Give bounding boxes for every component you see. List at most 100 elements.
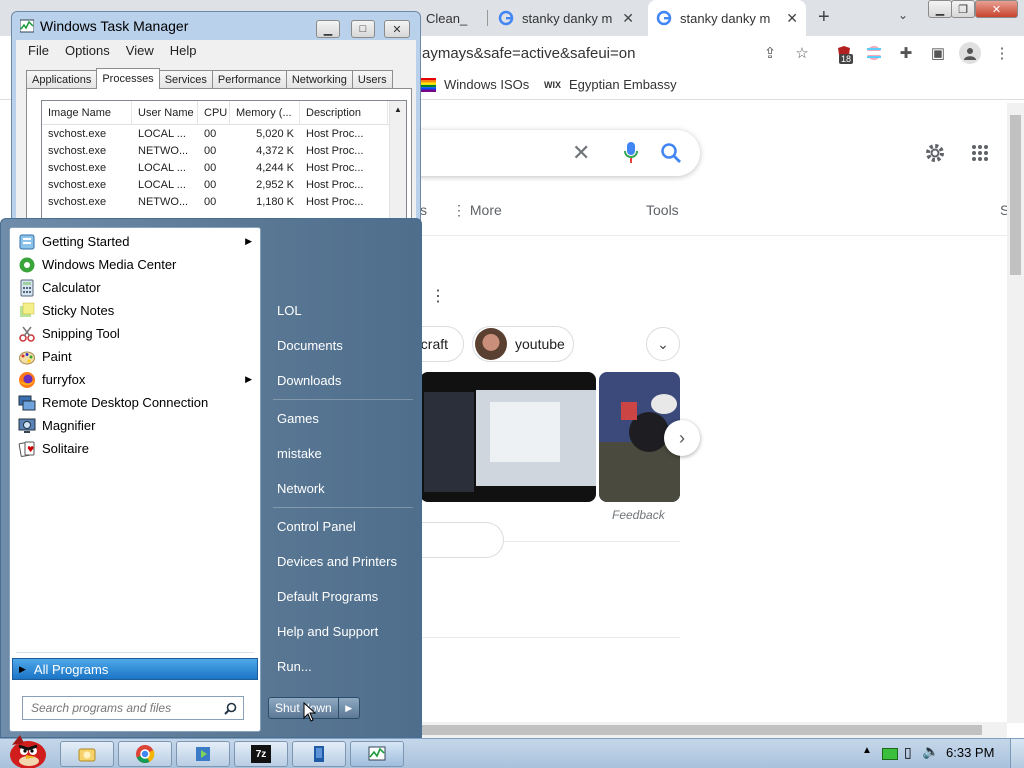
clock[interactable]: 6:33 PM bbox=[946, 745, 994, 760]
col-user-name[interactable]: User Name bbox=[132, 101, 198, 124]
tab-services[interactable]: Services bbox=[158, 70, 213, 88]
tab-stanky-2[interactable]: stanky danky m ✕ bbox=[648, 0, 806, 36]
col-description[interactable]: Description bbox=[300, 101, 388, 124]
scrollbar-thumb[interactable] bbox=[1010, 115, 1021, 275]
place-control-panel[interactable]: Control Panel bbox=[269, 511, 415, 541]
tab-performance[interactable]: Performance bbox=[211, 70, 287, 88]
place-lol[interactable]: LOL bbox=[269, 295, 415, 325]
place-mistake[interactable]: mistake bbox=[269, 438, 415, 468]
program-sticky-notes[interactable]: Sticky Notes bbox=[12, 299, 258, 322]
chips-expand-chevron-icon[interactable]: ⌄ bbox=[646, 327, 680, 361]
taskbar-media-button[interactable] bbox=[176, 741, 230, 767]
bookmark-windows-isos[interactable]: Windows ISOs bbox=[420, 77, 529, 92]
place-help-and-support[interactable]: Help and Support bbox=[269, 616, 415, 646]
start-search-input[interactable]: Search programs and files bbox=[22, 696, 244, 720]
program-paint[interactable]: Paint bbox=[12, 345, 258, 368]
search-icon[interactable] bbox=[660, 142, 682, 164]
table-row[interactable]: svchost.exe LOCAL ... 00 5,020 K Host Pr… bbox=[42, 125, 406, 142]
place-devices-and-printers[interactable]: Devices and Printers bbox=[269, 546, 415, 576]
tab-close-icon[interactable]: ✕ bbox=[622, 10, 634, 27]
clear-search-icon[interactable]: ✕ bbox=[572, 140, 590, 166]
task-manager-titlebar[interactable]: Windows Task Manager ▁ □ ✕ bbox=[12, 12, 420, 40]
taskbar-notepad-button[interactable] bbox=[292, 741, 346, 767]
feedback-link[interactable]: Feedback bbox=[612, 508, 665, 522]
program-snipping-tool[interactable]: Snipping Tool bbox=[12, 322, 258, 345]
place-documents[interactable]: Documents bbox=[269, 330, 415, 360]
minimize-button[interactable]: ▁ bbox=[928, 0, 952, 18]
extension-shield-icon[interactable]: 18 bbox=[835, 44, 854, 64]
page-vertical-scrollbar[interactable] bbox=[1007, 103, 1024, 723]
battery-icon[interactable] bbox=[882, 748, 898, 760]
table-row[interactable]: svchost.exe NETWO... 00 4,372 K Host Pro… bbox=[42, 142, 406, 159]
carousel-next-icon[interactable]: › bbox=[664, 420, 700, 456]
voice-search-icon[interactable] bbox=[624, 142, 638, 164]
nav-partial-tab[interactable]: s bbox=[420, 202, 427, 218]
table-row[interactable]: svchost.exe LOCAL ... 00 2,952 K Host Pr… bbox=[42, 176, 406, 193]
tab-search-chevron-icon[interactable]: ⌄ bbox=[898, 8, 908, 22]
tab-clean[interactable]: Clean_ bbox=[418, 0, 486, 36]
program-solitaire[interactable]: ♥ Solitaire bbox=[12, 437, 258, 460]
scroll-up-icon[interactable]: ▲ bbox=[390, 105, 406, 114]
chrome-menu-icon[interactable]: ⋮ bbox=[993, 44, 1011, 62]
share-icon[interactable]: ⇪ bbox=[761, 44, 779, 62]
page-horizontal-scrollbar[interactable] bbox=[420, 722, 1007, 738]
col-image-name[interactable]: Image Name bbox=[42, 101, 132, 124]
col-cpu[interactable]: CPU bbox=[198, 101, 230, 124]
side-panel-icon[interactable]: ▣ bbox=[929, 44, 947, 62]
tab-processes[interactable]: Processes bbox=[96, 68, 160, 89]
settings-gear-icon[interactable] bbox=[924, 142, 946, 164]
program-remote-desktop[interactable]: Remote Desktop Connection bbox=[12, 391, 258, 414]
close-button[interactable]: ✕ bbox=[975, 0, 1018, 18]
bookmark-egyptian-embassy[interactable]: WIX Egyptian Embassy bbox=[544, 77, 677, 92]
tab-applications[interactable]: Applications bbox=[26, 70, 98, 88]
new-tab-button[interactable]: + bbox=[818, 6, 830, 29]
start-button-angry-bird-icon[interactable] bbox=[2, 731, 52, 768]
more-options-icon[interactable]: ⋮ bbox=[430, 286, 446, 306]
tm-maximize-button[interactable]: □ bbox=[351, 20, 375, 38]
volume-icon[interactable]: 🔈 bbox=[922, 743, 939, 760]
nav-more[interactable]: ⋮ More bbox=[452, 202, 502, 219]
menu-view[interactable]: View bbox=[126, 43, 154, 58]
bookmark-star-icon[interactable]: ☆ bbox=[793, 44, 811, 62]
tab-close-icon[interactable]: ✕ bbox=[786, 10, 798, 27]
place-network[interactable]: Network bbox=[269, 473, 415, 503]
tm-close-button[interactable]: ✕ bbox=[384, 20, 410, 38]
program-magnifier[interactable]: Magnifier bbox=[12, 414, 258, 437]
table-row[interactable]: svchost.exe NETWO... 00 1,180 K Host Pro… bbox=[42, 193, 406, 210]
tab-users[interactable]: Users bbox=[351, 70, 393, 88]
nav-tools[interactable]: Tools bbox=[646, 202, 679, 218]
trans-flag-extension-icon[interactable] bbox=[865, 44, 883, 62]
search-icon[interactable] bbox=[224, 702, 237, 715]
process-list-scrollbar[interactable]: ▲ bbox=[389, 101, 406, 225]
network-icon[interactable]: ▯ bbox=[904, 744, 912, 761]
place-games[interactable]: Games bbox=[269, 403, 415, 433]
program-furryfox[interactable]: furryfox ▶ bbox=[12, 368, 258, 391]
extensions-puzzle-icon[interactable]: ✚ bbox=[897, 44, 915, 62]
profile-avatar[interactable] bbox=[959, 42, 981, 64]
all-programs-button[interactable]: ▶ All Programs bbox=[12, 658, 258, 680]
scrollbar-thumb[interactable] bbox=[422, 725, 982, 735]
menu-options[interactable]: Options bbox=[65, 43, 110, 58]
menu-file[interactable]: File bbox=[28, 43, 49, 58]
place-default-programs[interactable]: Default Programs bbox=[269, 581, 415, 611]
col-memory[interactable]: Memory (... bbox=[230, 101, 300, 124]
place-downloads[interactable]: Downloads bbox=[269, 365, 415, 395]
tray-show-hidden-icon[interactable]: ▲ bbox=[862, 745, 872, 756]
restore-button[interactable]: ❐ bbox=[951, 0, 975, 18]
program-calculator[interactable]: Calculator bbox=[12, 276, 258, 299]
image-result-desktop[interactable] bbox=[420, 372, 596, 502]
program-getting-started[interactable]: Getting Started ▶ bbox=[12, 230, 258, 253]
chip-youtube[interactable]: youtube bbox=[472, 326, 574, 362]
shutdown-options-arrow-icon[interactable]: ▶ bbox=[339, 698, 359, 718]
tab-networking[interactable]: Networking bbox=[285, 70, 353, 88]
place-run[interactable]: Run... bbox=[269, 651, 415, 681]
tab-stanky-1[interactable]: stanky danky m ✕ bbox=[490, 0, 642, 36]
taskbar-explorer-button[interactable] bbox=[60, 741, 114, 767]
program-windows-media-center[interactable]: Windows Media Center bbox=[12, 253, 258, 276]
address-bar[interactable]: aymays&safe=active&safeui=on bbox=[410, 38, 820, 68]
menu-help[interactable]: Help bbox=[170, 43, 197, 58]
apps-grid-icon[interactable] bbox=[971, 144, 989, 162]
taskbar-7zip-button[interactable]: 7z bbox=[234, 741, 288, 767]
tm-minimize-button[interactable]: ▁ bbox=[316, 20, 340, 38]
show-desktop-button[interactable] bbox=[1010, 739, 1024, 768]
